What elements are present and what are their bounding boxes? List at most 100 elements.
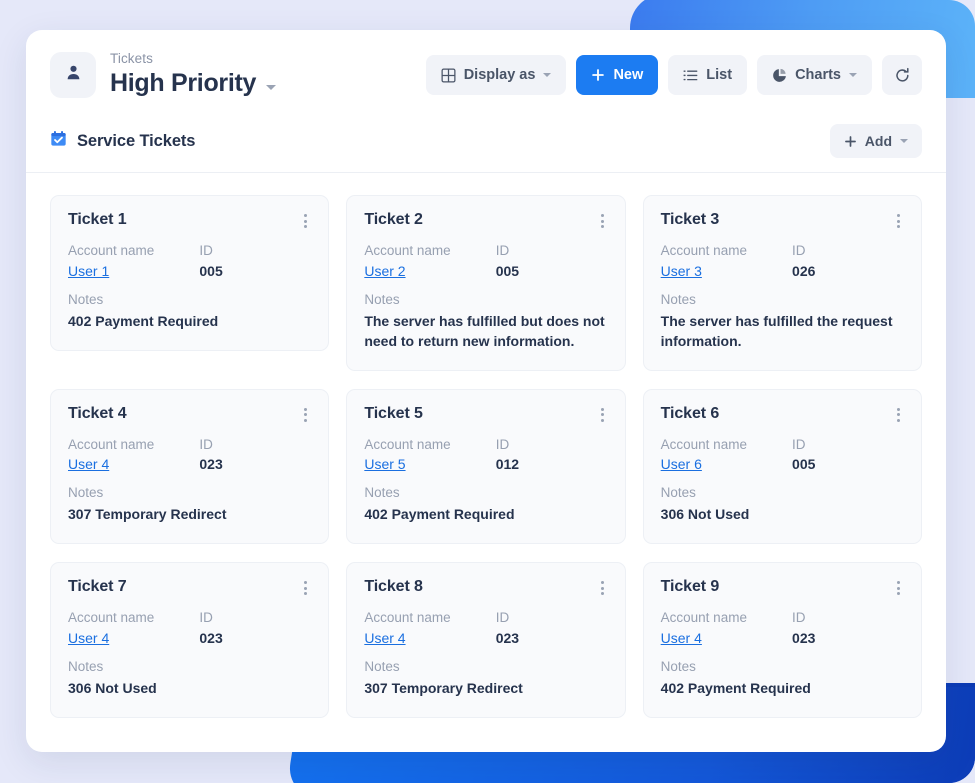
id-value: 005: [792, 456, 816, 473]
page-title-row[interactable]: High Priority: [110, 69, 277, 98]
card-title: Ticket 4: [68, 404, 127, 422]
card-header: Ticket 2: [364, 211, 607, 231]
account-name-link[interactable]: User 4: [661, 630, 702, 646]
id-field: ID 026: [792, 243, 815, 279]
card-header: Ticket 4: [68, 405, 311, 425]
card-fields: Account name User 1 ID 005: [68, 243, 311, 279]
ticket-card[interactable]: Ticket 7 Account name User 4 ID 023 Notes 306 …: [50, 562, 330, 718]
id-field: ID 023: [496, 610, 519, 646]
add-button[interactable]: Add: [829, 124, 922, 158]
card-title: Ticket 2: [364, 211, 423, 228]
refresh-button[interactable]: [882, 55, 922, 95]
card-header: Ticket 1: [68, 211, 311, 231]
kebab-menu-icon[interactable]: [893, 211, 904, 231]
account-name-field: Account name User 5: [364, 437, 495, 473]
account-name-link[interactable]: User 4: [68, 456, 109, 472]
ticket-card[interactable]: Ticket 1 Account name User 1 ID 005 Notes 402 …: [50, 195, 330, 351]
new-button[interactable]: New: [576, 55, 659, 95]
account-name-link[interactable]: User 4: [364, 630, 405, 646]
app-window: Tickets High Priority Display as New Lis…: [26, 30, 946, 752]
account-name-label: Account name: [68, 243, 155, 258]
card-fields: Account name User 4 ID 023: [68, 437, 311, 473]
card-fields: Account name User 5 ID 012: [364, 437, 607, 473]
ticket-card[interactable]: Ticket 6 Account name User 6 ID 005 Notes 306 …: [642, 388, 922, 545]
id-value: 005: [199, 262, 223, 279]
ticket-card[interactable]: Ticket 4 Account name User 4 ID 023 Notes 307 …: [50, 388, 330, 545]
chevron-down-icon: [543, 73, 552, 77]
account-name-field: Account name User 3: [661, 243, 792, 279]
notes-field: Notes 402 Payment Required: [364, 485, 607, 525]
notes-label: Notes: [364, 291, 400, 307]
account-name-link[interactable]: User 5: [364, 456, 405, 472]
id-field: ID 005: [199, 243, 222, 279]
account-name-label: Account name: [660, 436, 747, 452]
card-title: Ticket 7: [68, 578, 127, 596]
account-name-field: Account name User 1: [68, 243, 199, 279]
notes-field: Notes 306 Not Used: [661, 485, 904, 525]
notes-value: 306 Not Used: [68, 679, 157, 696]
kebab-menu-icon[interactable]: [300, 578, 311, 598]
ticket-card[interactable]: Ticket 5 Account name User 5 ID 012 Notes 402 …: [346, 388, 626, 545]
kebab-menu-icon[interactable]: [300, 405, 311, 425]
id-value: 026: [792, 262, 816, 279]
card-title: Ticket 8: [364, 578, 423, 596]
notes-label: Notes: [660, 291, 696, 307]
id-label: ID: [495, 610, 510, 626]
notes-field: Notes 306 Not Used: [68, 659, 311, 699]
title-text: Tickets High Priority: [110, 51, 277, 98]
kebab-menu-icon[interactable]: [893, 405, 904, 425]
card-title: Ticket 3: [660, 211, 720, 228]
kebab-menu-icon[interactable]: [597, 578, 608, 598]
notes-label: Notes: [68, 659, 104, 674]
card-fields: Account name User 4 ID 023: [661, 610, 904, 646]
account-name-link[interactable]: User 4: [68, 630, 109, 646]
id-label: ID: [792, 243, 806, 258]
account-name-link[interactable]: User 2: [364, 263, 405, 279]
charts-label: Charts: [795, 67, 841, 83]
account-name-link[interactable]: User 1: [68, 263, 109, 279]
plus-icon: [591, 68, 605, 82]
id-value: 023: [792, 630, 816, 646]
ticket-card[interactable]: Ticket 3 Account name User 3 ID 026 Notes The …: [642, 195, 922, 371]
display-as-button[interactable]: Display as: [425, 55, 567, 95]
card-fields: Account name User 4 ID 023: [68, 610, 311, 646]
kebab-menu-icon[interactable]: [597, 405, 608, 425]
id-value: 023: [199, 456, 223, 473]
card-header: Ticket 5: [364, 405, 607, 425]
notes-label: Notes: [68, 485, 104, 501]
id-label: ID: [792, 610, 806, 626]
kebab-menu-icon[interactable]: [597, 211, 608, 231]
kebab-menu-icon[interactable]: [300, 211, 311, 231]
notes-label: Notes: [364, 485, 400, 501]
account-name-field: Account name User 4: [364, 610, 495, 646]
title-group: Tickets High Priority: [50, 51, 426, 98]
notes-field: Notes The server has fulfilled the reques…: [661, 292, 904, 352]
card-fields: Account name User 6 ID 005: [661, 437, 904, 473]
charts-button[interactable]: Charts: [757, 55, 872, 95]
notes-value: The server has fulfilled the request inf…: [660, 312, 893, 349]
card-header: Ticket 6: [661, 405, 904, 425]
account-name-label: Account name: [68, 610, 155, 626]
chevron-down-icon: [900, 139, 908, 143]
list-button[interactable]: List: [668, 55, 748, 95]
top-bar: Tickets High Priority Display as New Lis…: [26, 30, 946, 116]
card-fields: Account name User 2 ID 005: [364, 243, 607, 279]
kebab-menu-icon[interactable]: [893, 578, 904, 598]
account-name-field: Account name User 4: [68, 610, 199, 646]
list-icon: [683, 68, 698, 83]
id-label: ID: [792, 436, 806, 452]
plus-icon: [844, 135, 857, 148]
toolbar-actions: Display as New List Charts: [425, 55, 922, 95]
id-value: 005: [495, 262, 520, 279]
ticket-card[interactable]: Ticket 9 Account name User 4 ID 023 Notes 402 …: [642, 562, 922, 718]
account-name-link[interactable]: User 3: [661, 263, 702, 279]
avatar: [50, 52, 96, 98]
ticket-card[interactable]: Ticket 8 Account name User 4 ID 023 Notes 307 …: [346, 562, 626, 718]
ticket-card[interactable]: Ticket 2 Account name User 2 ID 005 Notes The …: [346, 195, 626, 371]
card-title: Ticket 9: [660, 578, 720, 596]
chevron-down-icon[interactable]: [266, 84, 277, 90]
id-field: ID 005: [792, 437, 815, 473]
account-name-link[interactable]: User 6: [661, 456, 702, 472]
account-name-field: Account name User 2: [364, 243, 495, 279]
id-field: ID 023: [199, 437, 222, 473]
